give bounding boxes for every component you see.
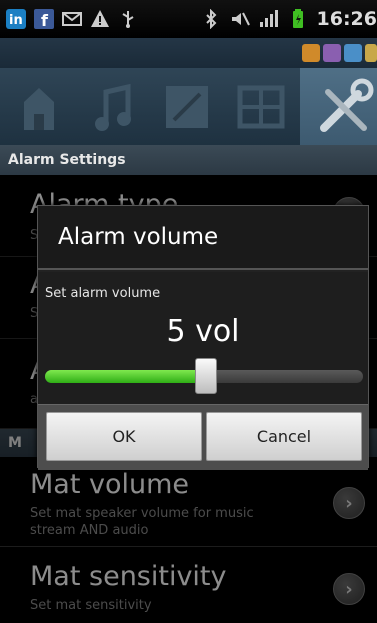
tab-home[interactable] [8,76,70,138]
volume-slider-thumb[interactable] [195,358,217,394]
volume-slider-fill [45,370,204,383]
linkedin-icon: in [6,9,26,29]
tools-icon [320,78,374,132]
signal-icon [259,9,279,29]
grid-icon [237,85,285,129]
status-bar: in f 16:26 [0,0,377,38]
svg-text:in: in [9,13,23,28]
facebook-icon: f [34,9,54,29]
svg-text:f: f [41,11,49,29]
mail-icon [62,9,82,29]
bluetooth-icon [201,9,221,29]
tab-music[interactable] [82,76,144,138]
volume-value: 5 vol [166,314,240,349]
usb-icon [118,9,138,29]
mute-icon [230,9,250,29]
tab-edit[interactable] [156,76,218,138]
warning-icon [90,9,110,29]
tab-settings[interactable] [300,68,377,145]
home-icon [24,88,54,130]
battery-icon [288,9,308,29]
dialog-body: Set alarm volume 5 vol [38,272,368,404]
alarm-volume-dialog: Alarm volume Set alarm volume 5 vol OK C… [37,205,369,470]
ok-button[interactable]: OK [46,412,202,461]
clock: 16:26 [316,8,377,30]
dialog-button-bar: OK Cancel [38,404,368,470]
cancel-button[interactable]: Cancel [206,412,362,461]
music-icon [95,83,131,131]
edit-icon [166,86,208,128]
app-icon [323,44,341,62]
app-icon [365,44,377,62]
tab-bar [0,68,377,145]
dialog-title: Alarm volume [38,206,368,270]
app-icon [302,44,320,62]
dialog-message: Set alarm volume [45,286,161,301]
tab-grid[interactable] [230,76,292,138]
app-header-strip [0,38,377,68]
section-header-alarm: Alarm Settings [0,145,377,175]
app-icon [344,44,362,62]
